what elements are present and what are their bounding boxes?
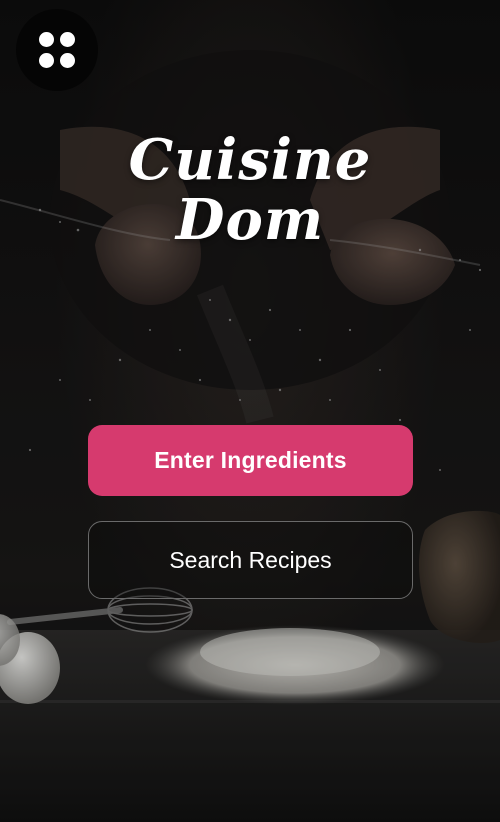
app-logo: Cuisine Dom	[0, 130, 500, 250]
logo-line-1: Cuisine	[128, 127, 372, 193]
search-recipes-button[interactable]: Search Recipes	[88, 521, 413, 599]
app-screen: Cuisine Dom Enter Ingredients Search Rec…	[0, 0, 500, 822]
logo-line-2: Dom	[175, 187, 325, 253]
menu-button[interactable]	[16, 9, 98, 91]
enter-ingredients-button[interactable]: Enter Ingredients	[88, 425, 413, 496]
background-photo	[0, 0, 500, 822]
grid-dots-icon	[39, 32, 75, 68]
